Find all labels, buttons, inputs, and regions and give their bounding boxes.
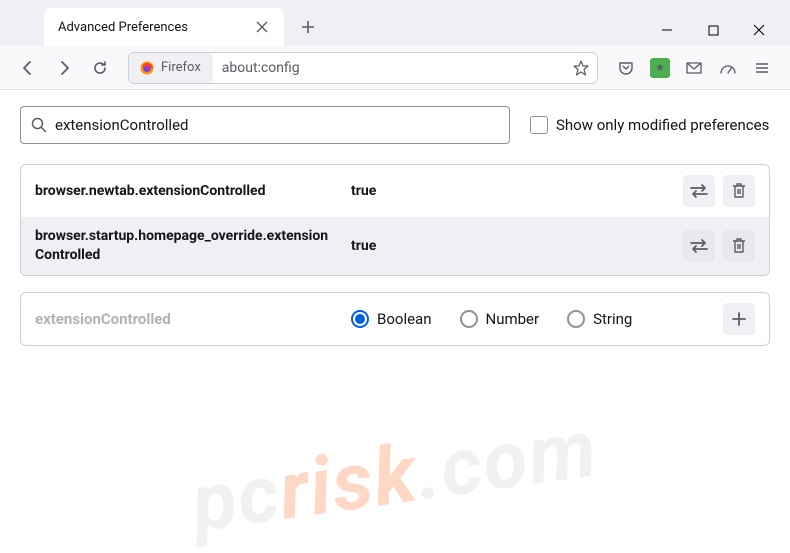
reload-button[interactable] bbox=[84, 52, 116, 84]
radio-label: Boolean bbox=[377, 310, 432, 328]
watermark: pcrisk.com bbox=[186, 401, 603, 551]
firefox-icon bbox=[139, 60, 155, 76]
close-tab-icon[interactable] bbox=[254, 19, 270, 35]
radio-number[interactable]: Number bbox=[460, 310, 540, 328]
pref-value: true bbox=[351, 238, 667, 254]
minimize-button[interactable] bbox=[644, 14, 690, 46]
checkbox-label-text: Show only modified preferences bbox=[556, 116, 769, 134]
search-box[interactable] bbox=[20, 106, 510, 144]
new-tab-button[interactable] bbox=[292, 11, 324, 43]
identity-box[interactable]: Firefox bbox=[129, 53, 212, 83]
new-pref-name: extensionControlled bbox=[35, 310, 335, 328]
prefs-table: browser.newtab.extensionControlled true … bbox=[20, 164, 770, 276]
swap-icon bbox=[690, 239, 708, 253]
search-input[interactable] bbox=[55, 116, 499, 134]
delete-button[interactable] bbox=[723, 175, 755, 207]
radio-label: Number bbox=[486, 310, 540, 328]
pref-name: browser.startup.homepage_override.extens… bbox=[35, 227, 335, 265]
radio-circle bbox=[351, 310, 369, 328]
maximize-button[interactable] bbox=[690, 14, 736, 46]
pocket-icon[interactable] bbox=[610, 52, 642, 84]
browser-tab[interactable]: Advanced Preferences bbox=[44, 8, 284, 46]
radio-boolean[interactable]: Boolean bbox=[351, 310, 432, 328]
url-bar[interactable]: Firefox about:config bbox=[128, 52, 598, 84]
titlebar: Advanced Preferences bbox=[0, 0, 790, 46]
add-button[interactable] bbox=[723, 303, 755, 335]
new-pref-row: extensionControlled Boolean Number Strin… bbox=[20, 292, 770, 346]
search-row: Show only modified preferences bbox=[20, 106, 770, 144]
swap-icon bbox=[690, 184, 708, 198]
bookmark-star-icon[interactable] bbox=[565, 52, 597, 84]
url-text: about:config bbox=[212, 60, 565, 76]
identity-label: Firefox bbox=[161, 60, 201, 75]
navbar: Firefox about:config ★ bbox=[0, 46, 790, 90]
radio-circle bbox=[567, 310, 585, 328]
toolbar-icons: ★ bbox=[610, 52, 778, 84]
window-controls bbox=[644, 14, 782, 46]
gauge-icon[interactable] bbox=[712, 52, 744, 84]
type-radio-group: Boolean Number String bbox=[351, 310, 707, 328]
radio-circle bbox=[460, 310, 478, 328]
search-icon bbox=[31, 117, 47, 133]
plus-icon bbox=[732, 312, 746, 326]
pref-row: browser.newtab.extensionControlled true bbox=[21, 165, 769, 217]
close-window-button[interactable] bbox=[736, 14, 782, 46]
back-button[interactable] bbox=[12, 52, 44, 84]
tab-title: Advanced Preferences bbox=[58, 20, 244, 35]
pref-name: browser.newtab.extensionControlled bbox=[35, 182, 335, 201]
menu-button[interactable] bbox=[746, 52, 778, 84]
radio-string[interactable]: String bbox=[567, 310, 632, 328]
toggle-button[interactable] bbox=[683, 175, 715, 207]
pref-row: browser.startup.homepage_override.extens… bbox=[21, 217, 769, 275]
radio-label: String bbox=[593, 310, 632, 328]
trash-icon bbox=[732, 238, 746, 254]
pref-value: true bbox=[351, 183, 667, 199]
checkbox-box bbox=[530, 116, 548, 134]
toggle-button[interactable] bbox=[683, 230, 715, 262]
trash-icon bbox=[732, 183, 746, 199]
extension-icon[interactable]: ★ bbox=[644, 52, 676, 84]
inbox-icon[interactable] bbox=[678, 52, 710, 84]
show-modified-checkbox[interactable]: Show only modified preferences bbox=[530, 116, 769, 134]
forward-button[interactable] bbox=[48, 52, 80, 84]
delete-button[interactable] bbox=[723, 230, 755, 262]
page-content: Show only modified preferences browser.n… bbox=[0, 90, 790, 362]
